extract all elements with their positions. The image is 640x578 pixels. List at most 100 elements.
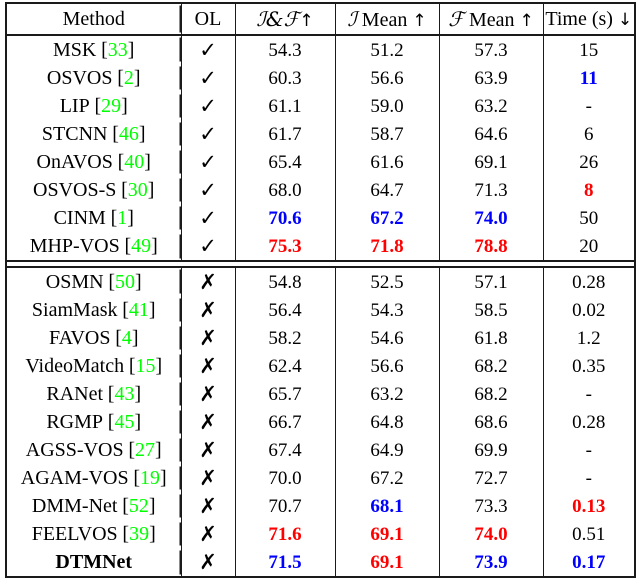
cell-time: - (542, 436, 635, 464)
check-icon: ✓ (199, 37, 217, 62)
citation-ref[interactable]: [1] (111, 207, 134, 229)
cell-jf: 65.4 (234, 148, 335, 176)
cell-online-learning: ✓ (180, 92, 235, 120)
cell-fmean-value: 63.9 (474, 67, 508, 89)
column-header-fmean-text: Mean (463, 8, 520, 31)
column-header-jmean-symbol: ℐ (347, 6, 357, 31)
cell-online-learning: ✓ (180, 204, 235, 232)
cell-time-value: - (585, 467, 592, 489)
cell-method: STCNN [46] (6, 120, 181, 148)
method-name: AGSS-VOS (25, 439, 124, 461)
citation-ref[interactable]: [27] (128, 439, 161, 461)
cell-time-value: 20 (579, 235, 599, 257)
column-header-jf-symbol: ℐ&ℱ (256, 6, 300, 31)
cell-jf: 67.4 (234, 436, 335, 464)
cell-jf-value: 62.4 (268, 355, 302, 377)
citation-ref[interactable]: [33] (101, 39, 134, 61)
cell-time: 11 (542, 64, 635, 92)
cell-jmean: 67.2 (334, 204, 439, 232)
citation-ref[interactable]: [50] (108, 271, 141, 293)
citation-ref[interactable]: [45] (108, 411, 141, 433)
cell-online-learning: ✗ (180, 492, 235, 520)
cell-jmean: 54.3 (334, 296, 439, 324)
cell-online-learning: ✗ (180, 464, 235, 492)
cell-fmean-value: 78.8 (474, 235, 508, 257)
method-name: MHP-VOS (29, 235, 120, 257)
table-row: MSK [33] ✓ 54.3 51.2 57.3 15 (6, 34, 635, 64)
cell-jf: 61.7 (234, 120, 335, 148)
citation-ref[interactable]: [19] (133, 467, 166, 489)
column-header-time-arrow: ↓ (617, 10, 633, 30)
cell-fmean-value: 61.8 (474, 327, 508, 349)
citation-ref[interactable]: [15] (129, 355, 162, 377)
citation-ref[interactable]: [30] (121, 179, 154, 201)
cell-method: CINM [1] (6, 204, 181, 232)
cell-fmean: 68.2 (438, 380, 543, 408)
method-name: DMM-Net (31, 495, 118, 517)
cell-fmean: 73.9 (438, 548, 543, 578)
cell-jmean: 61.6 (334, 148, 439, 176)
cell-jf-value: 58.2 (268, 327, 302, 349)
citation-ref[interactable]: [41] (122, 299, 155, 321)
table-row: FEELVOS [39] ✗ 71.6 69.1 74.0 0.51 (6, 520, 635, 548)
cell-jmean-value: 67.2 (370, 467, 404, 489)
cell-jf-value: 54.3 (268, 39, 302, 61)
column-header-time: Time (s) ↓ (542, 2, 635, 36)
cell-jf-value: 71.6 (268, 523, 302, 545)
citation-ref[interactable]: [40] (118, 151, 151, 173)
citation-ref[interactable]: [49] (124, 235, 157, 257)
cell-online-learning: ✗ (180, 520, 235, 548)
cell-jmean: 51.2 (334, 34, 439, 64)
cell-jf: 75.3 (234, 232, 335, 262)
citation-ref[interactable]: [46] (112, 123, 145, 145)
citation-ref[interactable]: [39] (122, 523, 155, 545)
table-row: STCNN [46] ✓ 61.7 58.7 64.6 6 (6, 120, 635, 148)
check-icon: ✓ (199, 205, 217, 230)
cell-time: 0.13 (542, 492, 635, 520)
cell-time: 6 (542, 120, 635, 148)
cell-time-value: - (585, 383, 592, 405)
cell-fmean-value: 72.7 (474, 467, 508, 489)
cell-fmean-value: 73.9 (474, 551, 508, 573)
column-header-method: Method (6, 2, 181, 36)
cell-time-value: 26 (579, 151, 599, 173)
cell-jf-value: 70.0 (268, 467, 302, 489)
cell-time-value: - (585, 439, 592, 461)
column-header-jf-arrow: ↑ (299, 10, 314, 31)
column-header-jmean-arrow: ↑ (412, 10, 427, 31)
cell-time-value: 0.35 (572, 355, 606, 377)
cell-jf: 68.0 (234, 176, 335, 204)
citation-ref[interactable]: [2] (117, 67, 140, 89)
cell-jmean-value: 69.1 (370, 523, 404, 545)
cell-online-learning: ✓ (180, 232, 235, 262)
method-name: OnAVOS (36, 151, 113, 173)
cell-jf-value: 66.7 (268, 411, 302, 433)
cell-jmean: 58.7 (334, 120, 439, 148)
cell-jf-value: 70.6 (268, 207, 302, 229)
citation-ref[interactable]: [29] (94, 95, 127, 117)
cell-jmean-value: 64.7 (370, 179, 404, 201)
citation-ref[interactable]: [52] (122, 495, 155, 517)
cell-online-learning: ✗ (180, 352, 235, 380)
method-name: AGAM-VOS (20, 467, 129, 489)
check-icon: ✓ (199, 121, 217, 146)
cell-online-learning: ✗ (180, 408, 235, 436)
cell-jf: 62.4 (234, 352, 335, 380)
cell-online-learning: ✓ (180, 34, 235, 64)
cell-fmean-value: 71.3 (474, 179, 508, 201)
cell-time-value: 6 (584, 123, 594, 145)
cross-icon: ✗ (199, 381, 217, 406)
cell-fmean-value: 74.0 (474, 207, 508, 229)
cell-fmean: 78.8 (438, 232, 543, 262)
cell-jf-value: 70.7 (268, 495, 302, 517)
cell-fmean: 74.0 (438, 204, 543, 232)
cell-jmean: 68.1 (334, 492, 439, 520)
citation-ref[interactable]: [43] (108, 383, 141, 405)
table-body: MSK [33] ✓ 54.3 51.2 57.3 15 OSVOS [2] ✓ 60.3 56.… (6, 34, 635, 578)
table-row: OSMN [50] ✗ 54.8 52.5 57.1 0.28 (6, 266, 635, 296)
check-icon: ✓ (199, 233, 217, 258)
cross-icon: ✗ (199, 409, 217, 434)
citation-ref[interactable]: [4] (115, 327, 138, 349)
cell-jf-value: 56.4 (268, 299, 302, 321)
cell-time: 50 (542, 204, 635, 232)
